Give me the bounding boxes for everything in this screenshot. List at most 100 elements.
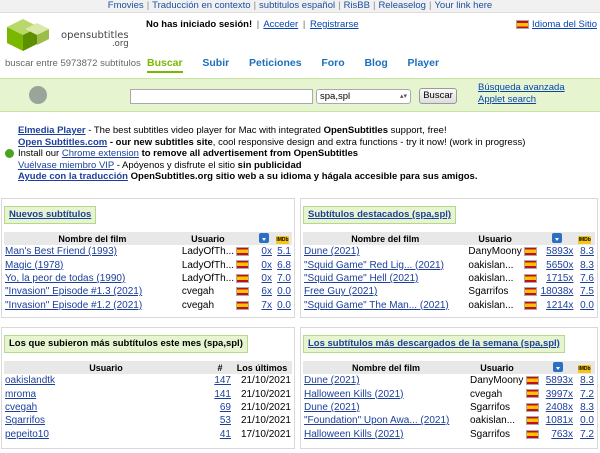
nav-player[interactable]: Player	[408, 57, 440, 69]
new-subtitles-table: Nombre del film Usuario IMDb Man's Best …	[4, 232, 292, 312]
vip-link[interactable]: Vuélvase miembro VIP	[18, 160, 114, 171]
topbar-link-subtitulos[interactable]: subtitulos español	[259, 0, 335, 11]
rating-link[interactable]: 7.2	[580, 389, 594, 400]
count-link[interactable]: 141	[214, 389, 231, 400]
user-link[interactable]: pepeito10	[5, 429, 49, 440]
rating-link[interactable]: 7.2	[580, 429, 594, 440]
download-link[interactable]: 5893x	[546, 246, 573, 257]
column-header: Usuario	[180, 232, 236, 245]
register-link[interactable]: Registrarse	[310, 19, 359, 30]
topbar-link-fmovies[interactable]: Fmovies	[108, 0, 144, 11]
user-link[interactable]: cvegah	[5, 402, 37, 413]
logo-org: .org	[111, 39, 129, 49]
film-link[interactable]: Dune (2021)	[304, 375, 360, 386]
language-select[interactable]: spa,spl ▴▾	[316, 89, 411, 104]
film-link[interactable]: Yo, la peor de todas (1990)	[5, 273, 125, 284]
download-link[interactable]: 763x	[551, 429, 573, 440]
film-cell: "Squid Game" The Man... (2021)	[303, 299, 467, 312]
film-link[interactable]: Free Guy (2021)	[304, 286, 377, 297]
film-link[interactable]: Halloween Kills (2021)	[304, 429, 404, 440]
download-link[interactable]: 1081x	[546, 415, 573, 426]
film-link[interactable]: "Squid Game" The Man... (2021)	[304, 300, 449, 311]
nav-foro[interactable]: Foro	[321, 57, 344, 69]
rating-link[interactable]: 7.5	[580, 286, 594, 297]
download-link[interactable]: 6x	[261, 286, 272, 297]
film-link[interactable]: "Squid Game" Red Lig... (2021)	[304, 260, 444, 271]
topbar-link-traduccion[interactable]: Traducción en contexto	[152, 0, 250, 11]
rating-link[interactable]: 0.0	[277, 300, 291, 311]
rating-link[interactable]: 0.0	[277, 286, 291, 297]
download-link[interactable]: 3997x	[546, 389, 573, 400]
topbar-link-releaselog[interactable]: Releaselog	[378, 0, 426, 11]
nav-buscar[interactable]: Buscar	[147, 57, 183, 73]
user-link[interactable]: mroma	[5, 389, 36, 400]
film-link[interactable]: Dune (2021)	[304, 402, 360, 413]
download-link[interactable]: 5893x	[546, 375, 573, 386]
language-link[interactable]: Idioma del Sitio	[532, 19, 597, 30]
count-cell: 41	[208, 428, 232, 441]
rating-link[interactable]: 7.6	[580, 273, 594, 284]
film-link[interactable]: Magic (1978)	[5, 260, 63, 271]
film-link[interactable]: Dune (2021)	[304, 246, 360, 257]
elmedia-link[interactable]: Elmedia Player	[18, 125, 86, 136]
new-subtitles-link[interactable]: Nuevos subtítulos	[9, 209, 91, 220]
table-row: Dune (2021) Sgarrifos 2408x 8.3	[303, 401, 595, 414]
most-downloaded-link[interactable]: Los subtítulos más descargados de la sem…	[308, 338, 560, 349]
translate-link[interactable]: Ayude con la traducción	[18, 171, 128, 182]
rating-link[interactable]: 8.3	[580, 246, 594, 257]
download-count: 18038x	[540, 285, 575, 298]
download-link[interactable]: 7x	[261, 300, 272, 311]
topbar-link-risbb[interactable]: RisBB	[344, 0, 370, 11]
notices: Elmedia Player - The best subtitles vide…	[5, 125, 525, 183]
count-link[interactable]: 69	[220, 402, 231, 413]
nav-peticiones[interactable]: Peticiones	[249, 57, 302, 69]
film-link[interactable]: Man's Best Friend (1993)	[5, 246, 117, 257]
rating-link[interactable]: 5.1	[277, 246, 291, 257]
film-link[interactable]: "Foundation" Upon Awa... (2021)	[304, 415, 449, 426]
rating-link[interactable]: 8.3	[580, 375, 594, 386]
count-link[interactable]: 147	[214, 375, 231, 386]
search-input[interactable]	[130, 89, 313, 104]
count-link[interactable]: 53	[220, 415, 231, 426]
rating-link[interactable]: 0.0	[580, 415, 594, 426]
film-link[interactable]: "Squid Game" Hell (2021)	[304, 273, 418, 284]
download-link[interactable]: 18038x	[541, 286, 574, 297]
rating-link[interactable]: 8.3	[580, 402, 594, 413]
film-link[interactable]: "Invasion" Episode #1.3 (2021)	[5, 286, 142, 297]
nav-blog[interactable]: Blog	[364, 57, 387, 69]
film-link[interactable]: "Invasion" Episode #1.2 (2021)	[5, 300, 142, 311]
user-link[interactable]: Sgarrifos	[5, 415, 45, 426]
featured-subtitles-link[interactable]: Subtítulos destacados (spa,spl)	[308, 209, 451, 220]
applet-search-link[interactable]: Applet search	[478, 94, 565, 106]
login-link[interactable]: Acceder	[263, 19, 298, 30]
download-link[interactable]: 1214x	[546, 300, 573, 311]
rating-link[interactable]: 7.0	[277, 273, 291, 284]
user-link[interactable]: oakislandtk	[5, 375, 55, 386]
opensubtitles-com-link[interactable]: Open Subtitles.com	[18, 137, 107, 148]
table-header: Nombre del film Usuario IMDb	[303, 232, 595, 245]
search-button[interactable]: Buscar	[419, 88, 457, 104]
download-link[interactable]: 1715x	[546, 273, 573, 284]
download-link[interactable]: 5650x	[546, 260, 573, 271]
download-link[interactable]: 0x	[261, 260, 272, 271]
flag-cell	[525, 428, 542, 441]
language-selector[interactable]: Idioma del Sitio	[516, 19, 597, 30]
table-row: Halloween Kills (2021) Sgarrifos 763x 7.2	[303, 428, 595, 441]
rating-link[interactable]: 6.8	[277, 260, 291, 271]
film-link[interactable]: Halloween Kills (2021)	[304, 389, 404, 400]
count-link[interactable]: 41	[220, 429, 231, 440]
table-row: Halloween Kills (2021) cvegah 3997x 7.2	[303, 387, 595, 400]
download-link[interactable]: 0x	[261, 246, 272, 257]
download-link[interactable]: 0x	[261, 273, 272, 284]
download-link[interactable]: 2408x	[546, 402, 573, 413]
site-logo[interactable]: opensubtitles .org	[5, 17, 145, 63]
notice-text: - Apóyenos y disfrute el sitio	[114, 159, 238, 171]
rating-link[interactable]: 8.3	[580, 260, 594, 271]
advanced-search-link[interactable]: Búsqueda avanzada	[478, 82, 565, 94]
topbar-link-your-link[interactable]: Your link here	[434, 0, 492, 11]
nav-subir[interactable]: Subir	[202, 57, 229, 69]
flag-cell	[235, 285, 254, 298]
rating-link[interactable]: 0.0	[580, 300, 594, 311]
table-header: Nombre del film Usuario IMDb	[303, 361, 595, 374]
chrome-extension-link[interactable]: Chrome extension	[62, 148, 139, 159]
